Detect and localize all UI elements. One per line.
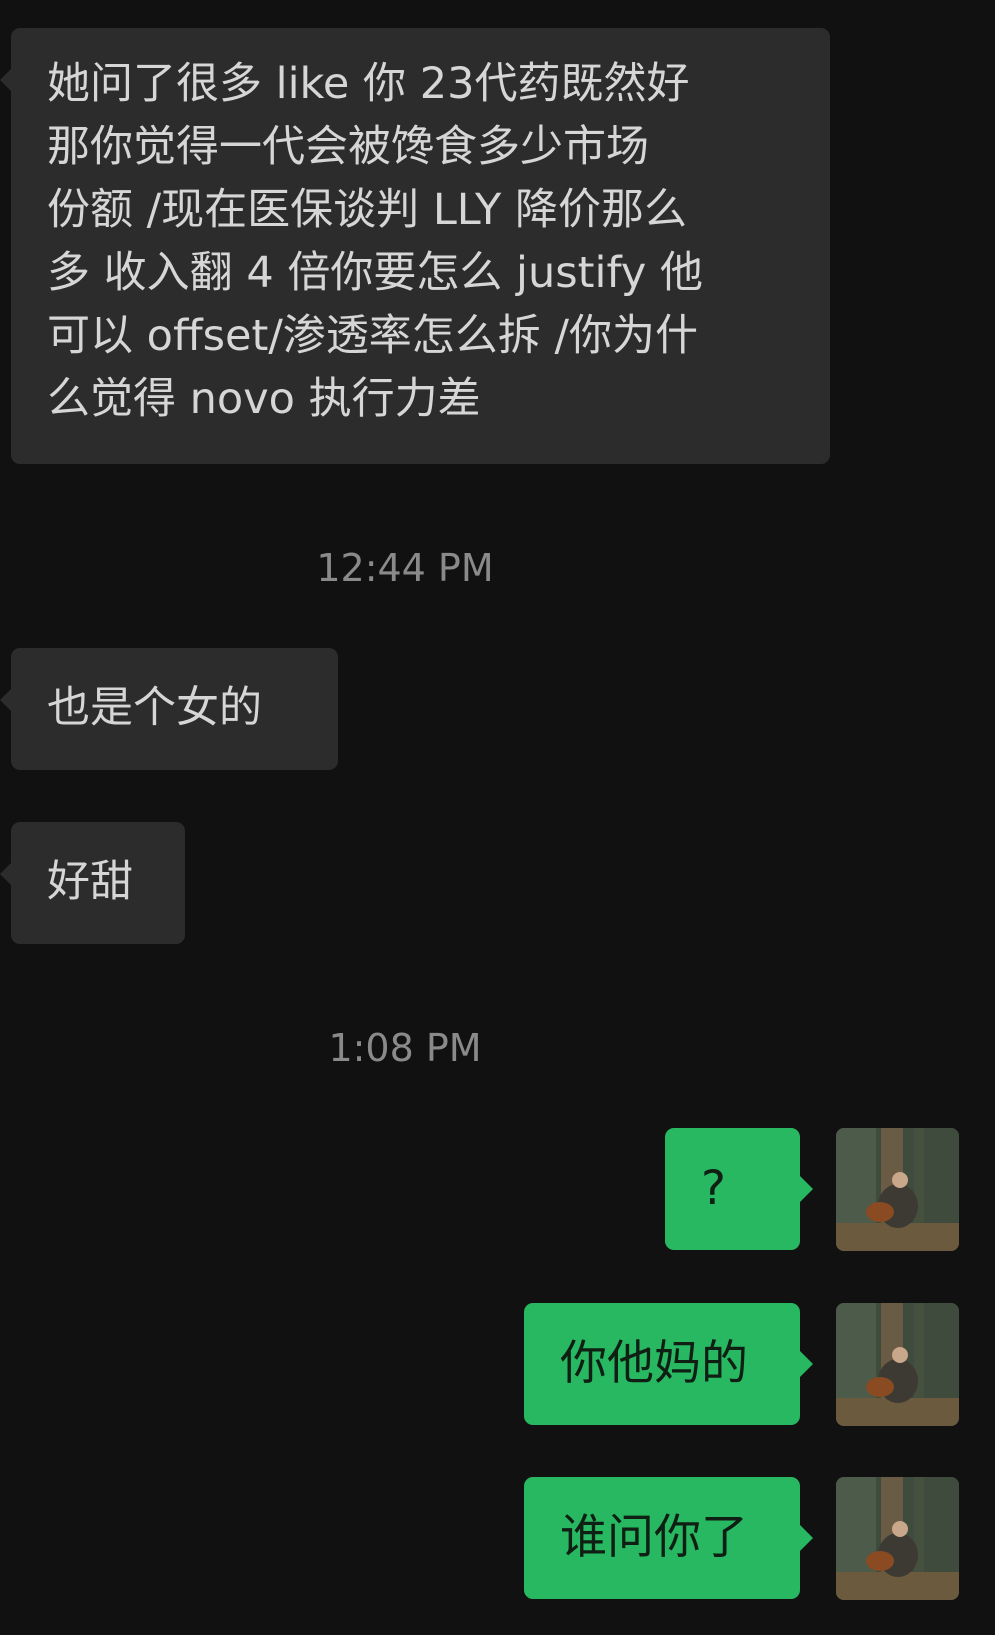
- avatar-image-icon: [836, 1128, 959, 1251]
- message-text: 可以 offset/渗透率怎么拆 /你为什: [47, 311, 698, 361]
- message-text: 份额 /现在医保谈判 LLY 降价那么: [47, 185, 687, 235]
- message-text: 么觉得 novo 执行力差: [47, 374, 481, 424]
- user-avatar[interactable]: [836, 1128, 959, 1251]
- message-text: 谁问你了: [560, 1510, 748, 1565]
- message-text: 她问了很多 like 你 23代药既然好: [47, 59, 690, 109]
- message-text: 你他妈的: [560, 1336, 748, 1391]
- message-bubble-incoming[interactable]: 好甜: [0, 822, 185, 944]
- message-bubble-outgoing[interactable]: 你他妈的: [524, 1303, 813, 1425]
- avatar-image-icon: [836, 1303, 959, 1426]
- message-bubble-outgoing[interactable]: 谁问你了: [524, 1477, 813, 1599]
- message-bubble-outgoing[interactable]: ?: [665, 1128, 813, 1250]
- message-text: 好甜: [47, 857, 133, 907]
- user-avatar[interactable]: [836, 1303, 959, 1426]
- message-bubble-incoming[interactable]: 也是个女的: [0, 648, 338, 770]
- message-text: 那你觉得一代会被馋食多少市场: [47, 122, 649, 172]
- avatar-image-icon: [836, 1477, 959, 1600]
- message-text: 也是个女的: [47, 683, 262, 733]
- message-text: ?: [701, 1161, 726, 1216]
- timestamp: 1:08 PM: [328, 1026, 482, 1070]
- message-text: 多 收入翻 4 倍你要怎么 justify 他: [47, 248, 703, 298]
- timestamp: 12:44 PM: [316, 546, 494, 590]
- user-avatar[interactable]: [836, 1477, 959, 1600]
- message-bubble-incoming[interactable]: 她问了很多 like 你 23代药既然好 那你觉得一代会被馋食多少市场 份额 /…: [0, 28, 830, 464]
